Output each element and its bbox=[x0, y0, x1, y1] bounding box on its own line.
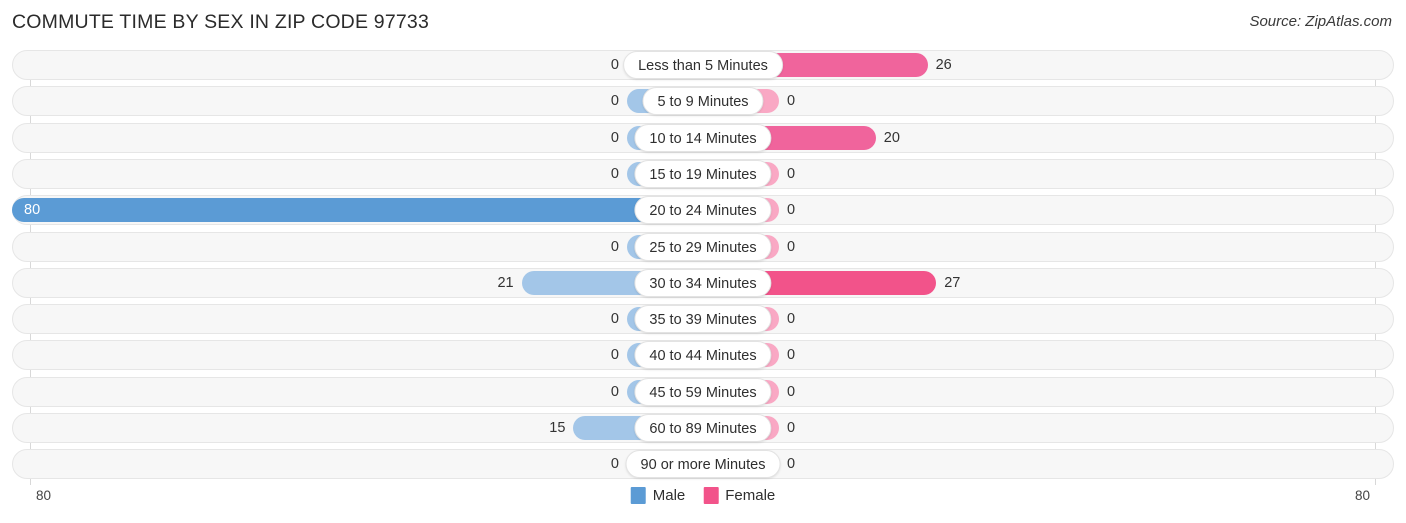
chart-row[interactable]: 21 27 30 to 34 Minutes bbox=[12, 267, 1394, 298]
chart-footer: 80 Male Female 80 bbox=[0, 485, 1406, 523]
plot-area: 0 26 Less than 5 Minutes 0 0 5 to 9 Minutes 0 2… bbox=[0, 50, 1406, 485]
category-label: 60 to 89 Minutes bbox=[634, 414, 772, 442]
legend-label-female: Female bbox=[725, 487, 776, 504]
value-label-male: 80 bbox=[24, 202, 41, 219]
legend-swatch-male-icon bbox=[630, 487, 646, 504]
value-label-female: 0 bbox=[787, 93, 796, 110]
chart-row[interactable]: 80 0 20 to 24 Minutes bbox=[12, 195, 1394, 226]
value-label-male: 15 bbox=[549, 420, 566, 436]
axis-tick-right: 80 bbox=[1354, 488, 1370, 503]
chart-row[interactable]: 0 0 25 to 29 Minutes bbox=[12, 231, 1394, 262]
chart-header: COMMUTE TIME BY SEX IN ZIP CODE 97733 So… bbox=[0, 0, 1406, 46]
value-label-female: 0 bbox=[787, 383, 796, 400]
chart-row[interactable]: 0 0 5 to 9 Minutes bbox=[12, 86, 1394, 117]
chart-row[interactable]: 0 0 90 or more Minutes bbox=[12, 449, 1394, 480]
chart-row[interactable]: 0 20 10 to 14 Minutes bbox=[12, 122, 1394, 153]
axis-tick-left: 80 bbox=[36, 488, 52, 503]
value-label-male: 0 bbox=[610, 383, 619, 400]
chart-row[interactable]: 15 0 60 to 89 Minutes bbox=[12, 413, 1394, 443]
chart-row[interactable]: 0 26 Less than 5 Minutes bbox=[12, 50, 1394, 80]
value-label-male: 21 bbox=[497, 274, 514, 291]
category-label: 5 to 9 Minutes bbox=[642, 87, 764, 116]
value-label-male: 0 bbox=[610, 238, 619, 255]
category-label: 90 or more Minutes bbox=[625, 450, 781, 479]
value-label-female: 0 bbox=[787, 165, 796, 182]
category-label: 15 to 19 Minutes bbox=[634, 159, 772, 188]
value-label-female: 0 bbox=[787, 420, 796, 436]
value-label-female: 0 bbox=[787, 311, 796, 328]
category-label: 20 to 24 Minutes bbox=[634, 196, 772, 225]
value-label-male: 0 bbox=[610, 129, 619, 146]
category-label: 30 to 34 Minutes bbox=[634, 268, 772, 297]
category-label: 35 to 39 Minutes bbox=[634, 305, 772, 334]
value-label-female: 26 bbox=[935, 57, 952, 73]
legend-item-male[interactable]: Male bbox=[630, 487, 686, 504]
legend-swatch-female-icon bbox=[703, 487, 719, 504]
value-label-female: 27 bbox=[944, 274, 961, 291]
value-label-female: 0 bbox=[787, 202, 796, 219]
chart-legend: Male Female bbox=[630, 487, 775, 504]
value-label-male: 0 bbox=[610, 57, 619, 73]
chart-root: COMMUTE TIME BY SEX IN ZIP CODE 97733 So… bbox=[0, 0, 1406, 523]
value-label-female: 20 bbox=[883, 129, 900, 146]
value-label-male: 0 bbox=[610, 93, 619, 110]
value-label-male: 0 bbox=[610, 311, 619, 328]
chart-row[interactable]: 0 0 40 to 44 Minutes bbox=[12, 340, 1394, 371]
chart-row[interactable]: 0 0 15 to 19 Minutes bbox=[12, 158, 1394, 189]
value-label-male: 0 bbox=[610, 347, 619, 364]
value-label-female: 0 bbox=[787, 238, 796, 255]
category-label: 40 to 44 Minutes bbox=[634, 341, 772, 370]
category-label: 25 to 29 Minutes bbox=[634, 232, 772, 261]
chart-row[interactable]: 0 0 45 to 59 Minutes bbox=[12, 376, 1394, 407]
category-label: 45 to 59 Minutes bbox=[634, 377, 772, 406]
category-label: Less than 5 Minutes bbox=[623, 51, 783, 79]
source-attribution: Source: ZipAtlas.com bbox=[1249, 13, 1392, 30]
legend-label-male: Male bbox=[652, 487, 686, 504]
value-label-male: 0 bbox=[610, 165, 619, 182]
bar-male[interactable] bbox=[12, 198, 703, 223]
chart-row[interactable]: 0 0 35 to 39 Minutes bbox=[12, 304, 1394, 335]
value-label-male: 0 bbox=[610, 456, 619, 473]
value-label-female: 0 bbox=[787, 456, 796, 473]
legend-item-female[interactable]: Female bbox=[703, 487, 775, 504]
value-label-female: 0 bbox=[787, 347, 796, 364]
category-label: 10 to 14 Minutes bbox=[634, 123, 772, 152]
page-title: COMMUTE TIME BY SEX IN ZIP CODE 97733 bbox=[12, 11, 430, 33]
